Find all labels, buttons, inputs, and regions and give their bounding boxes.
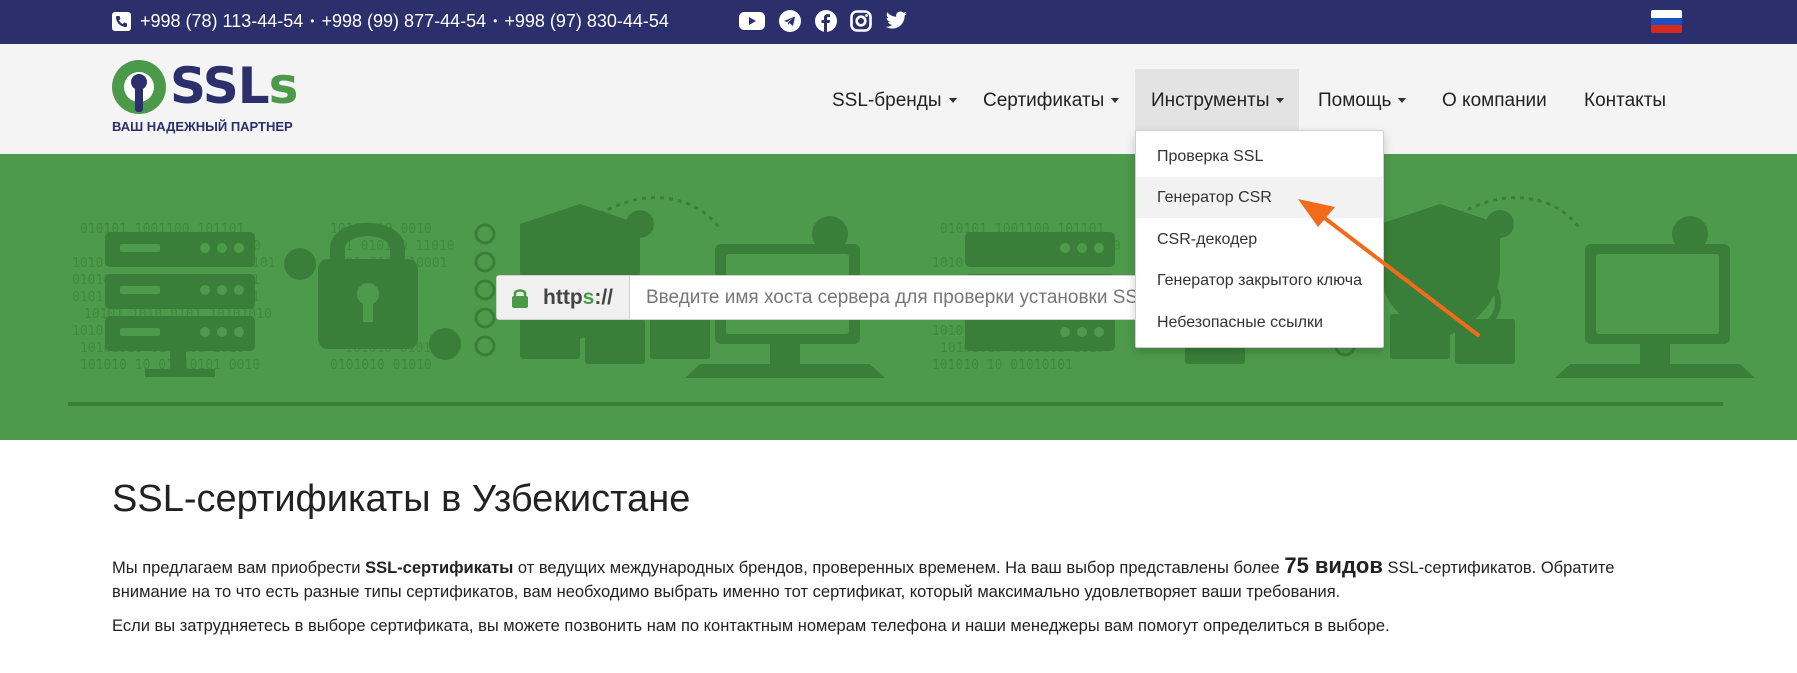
menu-item-csr-decoder[interactable]: CSR-декодер xyxy=(1136,219,1383,260)
phone-number[interactable]: +998 (78) 113-44-54 xyxy=(140,11,303,31)
lock-icon xyxy=(512,288,528,308)
russia-flag-icon[interactable] xyxy=(1651,10,1682,33)
prefix-slashes: :// xyxy=(594,285,614,309)
phone-number[interactable]: +998 (97) 830-44-54 xyxy=(504,11,669,31)
svg-text:0101010 01010: 0101010 01010 xyxy=(330,358,432,373)
ssl-check-search: http s:// xyxy=(496,275,1156,320)
intro-paragraph: Мы предлагаем вам приобрести SSL-сертифи… xyxy=(112,553,1615,602)
phone-number[interactable]: +998 (99) 877-44-54 xyxy=(322,11,487,31)
logo[interactable]: SSLs ВАШ НАДЕЖНЫЙ ПАРТНЕР xyxy=(112,57,302,140)
twitter-icon[interactable] xyxy=(883,9,909,33)
nav-tools[interactable]: Инструменты xyxy=(1135,69,1299,132)
instagram-icon[interactable] xyxy=(848,9,874,33)
nav-contacts[interactable]: Контакты xyxy=(1568,69,1682,132)
tools-dropdown-menu: Проверка SSL Генератор CSR CSR-декодер Г… xyxy=(1135,130,1384,348)
logo-tagline: ВАШ НАДЕЖНЫЙ ПАРТНЕР xyxy=(112,119,293,134)
logo-text: SSLs xyxy=(170,57,298,115)
nav-ssl-brands[interactable]: SSL-бренды xyxy=(816,69,973,132)
help-paragraph: Если вы затрудняетесь в выборе сертифика… xyxy=(112,617,1390,635)
phone-separator: • xyxy=(310,14,315,28)
menu-item-csr-generator[interactable]: Генератор CSR xyxy=(1136,177,1383,218)
menu-item-private-key-generator[interactable]: Генератор закрытого ключа xyxy=(1136,260,1383,301)
menu-item-ssl-check[interactable]: Проверка SSL xyxy=(1136,136,1383,177)
facebook-icon[interactable] xyxy=(813,9,839,33)
prefix-s: s xyxy=(582,285,595,309)
nav-about[interactable]: О компании xyxy=(1426,69,1563,132)
page-title: SSL-сертификаты в Узбекистане xyxy=(112,478,691,520)
caret-down-icon xyxy=(1398,98,1407,103)
caret-down-icon xyxy=(1276,98,1285,103)
hostname-input[interactable] xyxy=(630,275,1156,320)
phone-list: +998 (78) 113-44-54 • +998 (99) 877-44-54 •… xyxy=(140,10,669,32)
phone-separator: • xyxy=(493,14,498,28)
prefix-http: http xyxy=(543,285,583,309)
logo-keyhole-icon xyxy=(112,60,166,114)
nav-certificates[interactable]: Сертификаты xyxy=(967,69,1135,132)
caret-down-icon xyxy=(1111,98,1120,103)
svg-text:101010 10 01010101: 101010 10 01010101 xyxy=(932,358,1073,373)
https-prefix: http s:// xyxy=(496,275,630,320)
nav-help[interactable]: Помощь xyxy=(1302,69,1422,132)
caret-down-icon xyxy=(948,98,957,103)
top-bar: +998 (78) 113-44-54 • +998 (99) 877-44-54 •… xyxy=(0,0,1797,44)
telegram-icon[interactable] xyxy=(777,9,803,33)
youtube-icon[interactable] xyxy=(739,9,765,33)
phone-icon xyxy=(112,12,131,31)
menu-item-insecure-links[interactable]: Небезопасные ссылки xyxy=(1136,302,1383,343)
